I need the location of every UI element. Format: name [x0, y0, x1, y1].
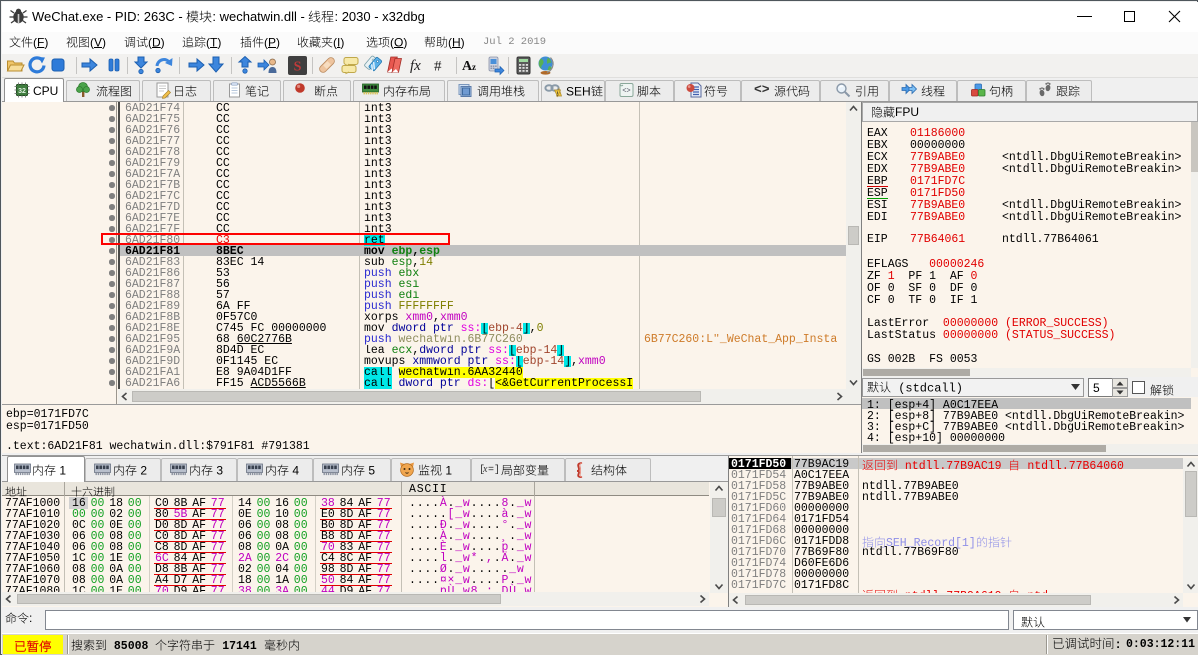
svg-text:!: ! — [557, 91, 559, 97]
svg-text:S: S — [293, 59, 301, 74]
svg-text:#: # — [434, 59, 442, 75]
svg-text:<>: <> — [754, 82, 770, 97]
svg-text:<>: <> — [622, 88, 630, 95]
svg-text:fx: fx — [410, 58, 421, 74]
svg-text:=]: =] — [488, 464, 500, 476]
svg-text:32: 32 — [18, 88, 26, 95]
svg-text:z: z — [472, 62, 476, 72]
